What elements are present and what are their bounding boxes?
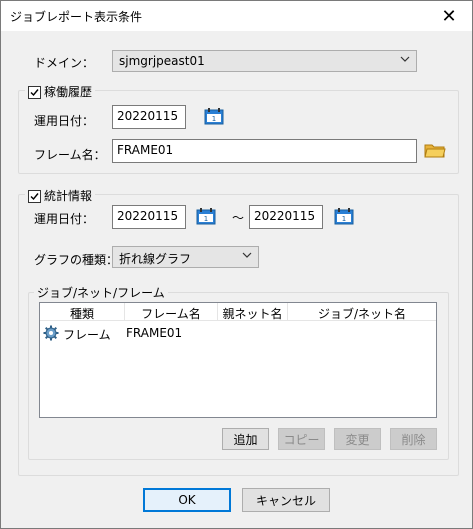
stats-date-from-input[interactable]: 20220115: [112, 205, 186, 229]
stats-title: 統計情報: [44, 189, 93, 203]
stats-checkbox[interactable]: [28, 190, 41, 203]
jobnet-list[interactable]: 種類 フレーム名 親ネット名 ジョブ/ネット名 フレーム FRAME01: [39, 302, 437, 418]
list-header: 種類 フレーム名 親ネット名 ジョブ/ネット名: [40, 303, 436, 321]
graph-type-select[interactable]: 折れ線グラフ: [112, 246, 259, 268]
history-date-input[interactable]: 20220115: [112, 105, 186, 129]
calendar-icon[interactable]: 1: [196, 207, 216, 225]
history-checkbox[interactable]: [28, 86, 41, 99]
table-row[interactable]: フレーム FRAME01: [40, 324, 436, 342]
delete-button[interactable]: 削除: [390, 428, 437, 450]
frame-name-label: フレーム名：: [34, 148, 106, 162]
copy-button[interactable]: コピー: [278, 428, 325, 450]
gear-icon: [43, 325, 59, 341]
close-button[interactable]: ✕: [426, 1, 472, 31]
history-date-label: 運用日付：: [34, 114, 95, 128]
history-title: 稼働履歴: [44, 85, 93, 99]
chevron-down-icon: [400, 54, 410, 67]
column-header-type[interactable]: 種類: [40, 305, 124, 322]
calendar-icon[interactable]: 1: [334, 207, 354, 225]
column-header-parent-net[interactable]: 親ネット名: [218, 305, 287, 322]
domain-label: ドメイン：: [34, 56, 95, 70]
frame-name-input[interactable]: FRAME01: [112, 139, 417, 163]
column-header-jobnet[interactable]: ジョブ/ネット名: [288, 305, 436, 322]
cell-frame: FRAME01: [126, 326, 183, 340]
graph-type-value: 折れ線グラフ: [119, 252, 192, 266]
history-group-header[interactable]: 稼働履歴: [25, 83, 96, 100]
svg-text:1: 1: [204, 215, 208, 223]
calendar-icon[interactable]: 1: [204, 107, 224, 125]
stats-group-header[interactable]: 統計情報: [25, 187, 96, 204]
domain-select-value: sjmgrjpeast01: [119, 54, 205, 68]
stats-date-to-input[interactable]: 20220115: [249, 205, 323, 229]
cancel-button[interactable]: キャンセル: [242, 488, 330, 512]
svg-text:1: 1: [212, 115, 216, 123]
chevron-down-icon: [242, 250, 252, 263]
close-icon: ✕: [441, 5, 457, 27]
jobnet-title: ジョブ/ネット/フレーム: [34, 284, 168, 301]
dialog-window: ジョブレポート表示条件 ✕ ドメイン： sjmgrjpeast01 稼働履歴 運…: [0, 0, 473, 529]
stats-date-label: 運用日付：: [34, 212, 95, 226]
column-header-frame[interactable]: フレーム名: [125, 305, 217, 322]
svg-text:1: 1: [342, 215, 346, 223]
folder-icon[interactable]: [424, 141, 446, 159]
cell-type: フレーム: [63, 328, 111, 342]
add-button[interactable]: 追加: [222, 428, 269, 450]
change-button[interactable]: 変更: [334, 428, 381, 450]
date-range-separator: ～: [232, 211, 245, 225]
window-title: ジョブレポート表示条件: [10, 10, 143, 24]
domain-select[interactable]: sjmgrjpeast01: [112, 50, 417, 72]
graph-type-label: グラフの種類：: [34, 253, 119, 267]
ok-button[interactable]: OK: [143, 488, 231, 512]
title-bar: ジョブレポート表示条件 ✕: [1, 1, 472, 31]
